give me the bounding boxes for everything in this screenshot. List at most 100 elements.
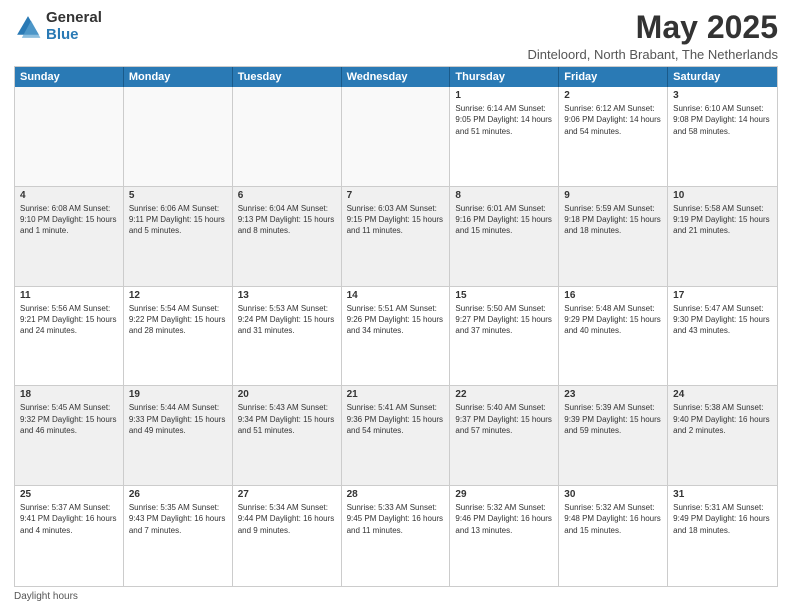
day-info: Sunrise: 5:58 AM Sunset: 9:19 PM Dayligh…	[673, 203, 772, 237]
calendar-cell: 3 Sunrise: 6:10 AM Sunset: 9:08 PM Daylig…	[668, 87, 777, 186]
calendar-cell: 1Sunrise: 6:14 AM Sunset: 9:05 PM Daylig…	[450, 87, 559, 186]
day-number: 25	[20, 489, 118, 500]
day-info: Sunrise: 5:38 AM Sunset: 9:40 PM Dayligh…	[673, 402, 772, 436]
calendar-cell: 4 Sunrise: 6:08 AM Sunset: 9:10 PM Daylig…	[15, 187, 124, 286]
calendar-cell: 9Sunrise: 5:59 AM Sunset: 9:18 PM Daylig…	[559, 187, 668, 286]
day-info: Sunrise: 5:35 AM Sunset: 9:43 PM Dayligh…	[129, 502, 227, 536]
calendar-header: SundayMondayTuesdayWednesdayThursdayFrid…	[15, 67, 777, 87]
day-info: Sunrise: 5:34 AM Sunset: 9:44 PM Dayligh…	[238, 502, 336, 536]
day-info: Sunrise: 5:32 AM Sunset: 9:48 PM Dayligh…	[564, 502, 662, 536]
calendar-cell: 23 Sunrise: 5:39 AM Sunset: 9:39 PM Dayli…	[559, 386, 668, 485]
day-number: 29	[455, 489, 553, 500]
calendar-cell: 29 Sunrise: 5:32 AM Sunset: 9:46 PM Dayli…	[450, 486, 559, 586]
day-number: 1	[455, 90, 553, 101]
day-number: 16	[564, 290, 662, 301]
day-info: Sunrise: 6:12 AM Sunset: 9:06 PM Dayligh…	[564, 103, 662, 137]
weekday-header-sunday: Sunday	[15, 67, 124, 87]
calendar-cell: 15 Sunrise: 5:50 AM Sunset: 9:27 PM Dayli…	[450, 287, 559, 386]
day-info: Sunrise: 5:56 AM Sunset: 9:21 PM Dayligh…	[20, 303, 118, 337]
calendar-cell: 5Sunrise: 6:06 AM Sunset: 9:11 PM Daylig…	[124, 187, 233, 286]
weekday-header-saturday: Saturday	[668, 67, 777, 87]
day-info: Sunrise: 5:33 AM Sunset: 9:45 PM Dayligh…	[347, 502, 445, 536]
calendar-cell: 28 Sunrise: 5:33 AM Sunset: 9:45 PM Dayli…	[342, 486, 451, 586]
day-info: Sunrise: 5:50 AM Sunset: 9:27 PM Dayligh…	[455, 303, 553, 337]
day-info: Sunrise: 5:47 AM Sunset: 9:30 PM Dayligh…	[673, 303, 772, 337]
day-number: 8	[455, 190, 553, 201]
daylight-label: Daylight hours	[14, 591, 78, 602]
day-info: Sunrise: 6:10 AM Sunset: 9:08 PM Dayligh…	[673, 103, 772, 137]
location-text: Dinteloord, North Brabant, The Netherlan…	[527, 47, 778, 62]
day-number: 21	[347, 389, 445, 400]
calendar-cell: 27 Sunrise: 5:34 AM Sunset: 9:44 PM Dayli…	[233, 486, 342, 586]
day-number: 17	[673, 290, 772, 301]
day-info: Sunrise: 5:43 AM Sunset: 9:34 PM Dayligh…	[238, 402, 336, 436]
day-number: 23	[564, 389, 662, 400]
calendar-cell: 10 Sunrise: 5:58 AM Sunset: 9:19 PM Dayli…	[668, 187, 777, 286]
day-info: Sunrise: 5:44 AM Sunset: 9:33 PM Dayligh…	[129, 402, 227, 436]
calendar-cell: 6 Sunrise: 6:04 AM Sunset: 9:13 PM Daylig…	[233, 187, 342, 286]
day-number: 4	[20, 190, 118, 201]
calendar-cell	[15, 87, 124, 186]
month-title: May 2025	[527, 10, 778, 45]
calendar-cell: 21 Sunrise: 5:41 AM Sunset: 9:36 PM Dayli…	[342, 386, 451, 485]
day-info: Sunrise: 5:40 AM Sunset: 9:37 PM Dayligh…	[455, 402, 553, 436]
calendar-cell: 11 Sunrise: 5:56 AM Sunset: 9:21 PM Dayli…	[15, 287, 124, 386]
calendar-cell: 24 Sunrise: 5:38 AM Sunset: 9:40 PM Dayli…	[668, 386, 777, 485]
day-number: 31	[673, 489, 772, 500]
logo: General Blue	[14, 10, 102, 43]
calendar-cell: 7 Sunrise: 6:03 AM Sunset: 9:15 PM Daylig…	[342, 187, 451, 286]
calendar-cell: 22 Sunrise: 5:40 AM Sunset: 9:37 PM Dayli…	[450, 386, 559, 485]
day-info: Sunrise: 6:04 AM Sunset: 9:13 PM Dayligh…	[238, 203, 336, 237]
calendar-cell	[233, 87, 342, 186]
calendar-cell: 14Sunrise: 5:51 AM Sunset: 9:26 PM Dayli…	[342, 287, 451, 386]
day-info: Sunrise: 6:08 AM Sunset: 9:10 PM Dayligh…	[20, 203, 118, 237]
calendar-cell: 30Sunrise: 5:32 AM Sunset: 9:48 PM Dayli…	[559, 486, 668, 586]
day-number: 19	[129, 389, 227, 400]
day-info: Sunrise: 5:32 AM Sunset: 9:46 PM Dayligh…	[455, 502, 553, 536]
calendar-body: 1Sunrise: 6:14 AM Sunset: 9:05 PM Daylig…	[15, 87, 777, 586]
day-number: 14	[347, 290, 445, 301]
calendar-cell: 8 Sunrise: 6:01 AM Sunset: 9:16 PM Daylig…	[450, 187, 559, 286]
day-info: Sunrise: 5:41 AM Sunset: 9:36 PM Dayligh…	[347, 402, 445, 436]
calendar-week-3: 11 Sunrise: 5:56 AM Sunset: 9:21 PM Dayli…	[15, 287, 777, 387]
day-info: Sunrise: 5:31 AM Sunset: 9:49 PM Dayligh…	[673, 502, 772, 536]
day-number: 28	[347, 489, 445, 500]
day-number: 26	[129, 489, 227, 500]
day-number: 9	[564, 190, 662, 201]
logo-general-text: General	[46, 10, 102, 27]
day-number: 22	[455, 389, 553, 400]
day-number: 11	[20, 290, 118, 301]
calendar-cell: 20 Sunrise: 5:43 AM Sunset: 9:34 PM Dayli…	[233, 386, 342, 485]
calendar-week-1: 1Sunrise: 6:14 AM Sunset: 9:05 PM Daylig…	[15, 87, 777, 187]
day-number: 3	[673, 90, 772, 101]
day-info: Sunrise: 5:39 AM Sunset: 9:39 PM Dayligh…	[564, 402, 662, 436]
calendar-cell: 26 Sunrise: 5:35 AM Sunset: 9:43 PM Dayli…	[124, 486, 233, 586]
day-number: 20	[238, 389, 336, 400]
day-info: Sunrise: 5:45 AM Sunset: 9:32 PM Dayligh…	[20, 402, 118, 436]
day-number: 6	[238, 190, 336, 201]
calendar-cell	[124, 87, 233, 186]
day-number: 12	[129, 290, 227, 301]
day-info: Sunrise: 6:03 AM Sunset: 9:15 PM Dayligh…	[347, 203, 445, 237]
day-number: 27	[238, 489, 336, 500]
day-number: 13	[238, 290, 336, 301]
day-info: Sunrise: 6:06 AM Sunset: 9:11 PM Dayligh…	[129, 203, 227, 237]
day-number: 18	[20, 389, 118, 400]
day-number: 10	[673, 190, 772, 201]
day-number: 24	[673, 389, 772, 400]
weekday-header-monday: Monday	[124, 67, 233, 87]
calendar: SundayMondayTuesdayWednesdayThursdayFrid…	[14, 66, 778, 587]
logo-icon	[14, 13, 42, 41]
calendar-cell: 16Sunrise: 5:48 AM Sunset: 9:29 PM Dayli…	[559, 287, 668, 386]
day-info: Sunrise: 5:54 AM Sunset: 9:22 PM Dayligh…	[129, 303, 227, 337]
calendar-page: General Blue May 2025 Dinteloord, North …	[0, 0, 792, 612]
calendar-cell: 2Sunrise: 6:12 AM Sunset: 9:06 PM Daylig…	[559, 87, 668, 186]
weekday-header-friday: Friday	[559, 67, 668, 87]
weekday-header-thursday: Thursday	[450, 67, 559, 87]
day-number: 15	[455, 290, 553, 301]
day-info: Sunrise: 5:53 AM Sunset: 9:24 PM Dayligh…	[238, 303, 336, 337]
calendar-cell: 18 Sunrise: 5:45 AM Sunset: 9:32 PM Dayli…	[15, 386, 124, 485]
day-info: Sunrise: 6:01 AM Sunset: 9:16 PM Dayligh…	[455, 203, 553, 237]
day-number: 7	[347, 190, 445, 201]
calendar-cell	[342, 87, 451, 186]
